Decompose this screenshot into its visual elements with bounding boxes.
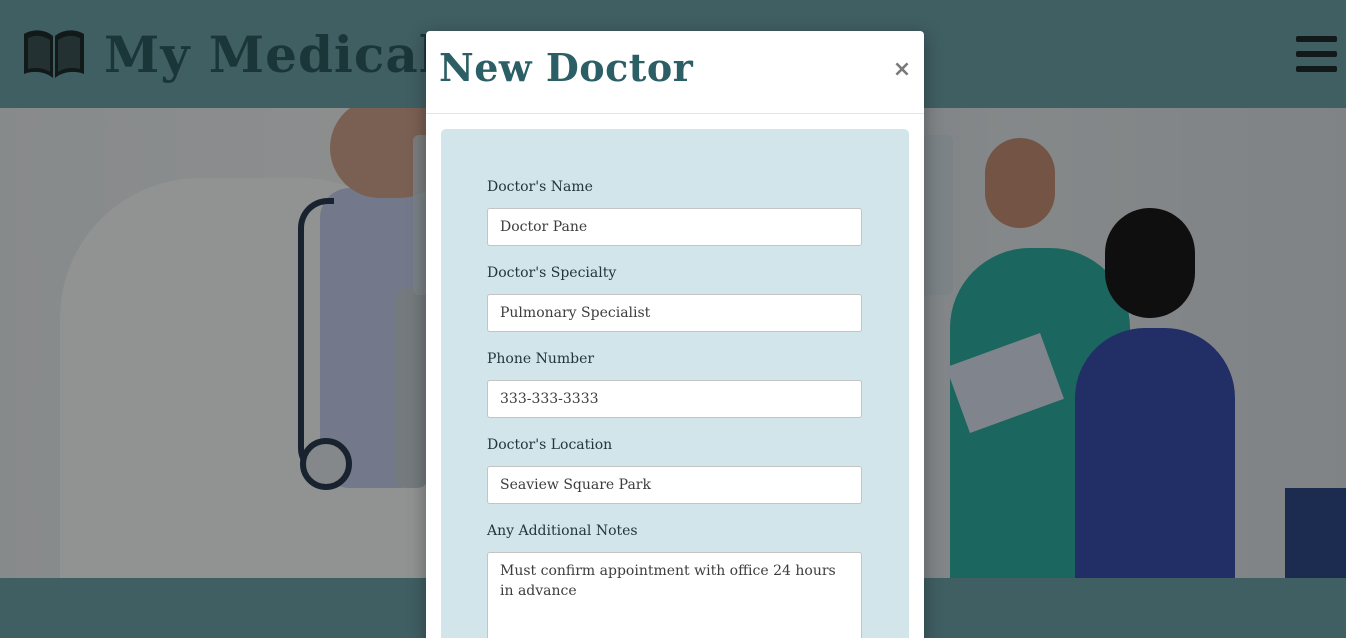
phone-number-input[interactable]: 333-333-3333: [487, 380, 862, 418]
doctor-location-input[interactable]: Seaview Square Park: [487, 466, 862, 504]
doctor-specialty-label: Doctor's Specialty: [487, 265, 617, 281]
additional-notes-textarea[interactable]: Must confirm appointment with office 24 …: [487, 552, 862, 638]
doctor-location-label: Doctor's Location: [487, 437, 613, 453]
close-icon[interactable]: ×: [892, 57, 912, 83]
modal-header: New Doctor ×: [426, 31, 924, 114]
page: My Medical New Doctor × Doctor's Name Do…: [0, 0, 1346, 638]
doctor-name-input[interactable]: Doctor Pane: [487, 208, 862, 246]
additional-notes-label: Any Additional Notes: [487, 523, 638, 539]
phone-number-label: Phone Number: [487, 351, 595, 367]
doctor-specialty-input[interactable]: Pulmonary Specialist: [487, 294, 862, 332]
doctor-form: Doctor's Name Doctor Pane Doctor's Speci…: [441, 129, 909, 638]
new-doctor-modal: New Doctor × Doctor's Name Doctor Pane D…: [426, 31, 924, 638]
doctor-name-label: Doctor's Name: [487, 179, 593, 195]
modal-title: New Doctor: [439, 45, 694, 90]
